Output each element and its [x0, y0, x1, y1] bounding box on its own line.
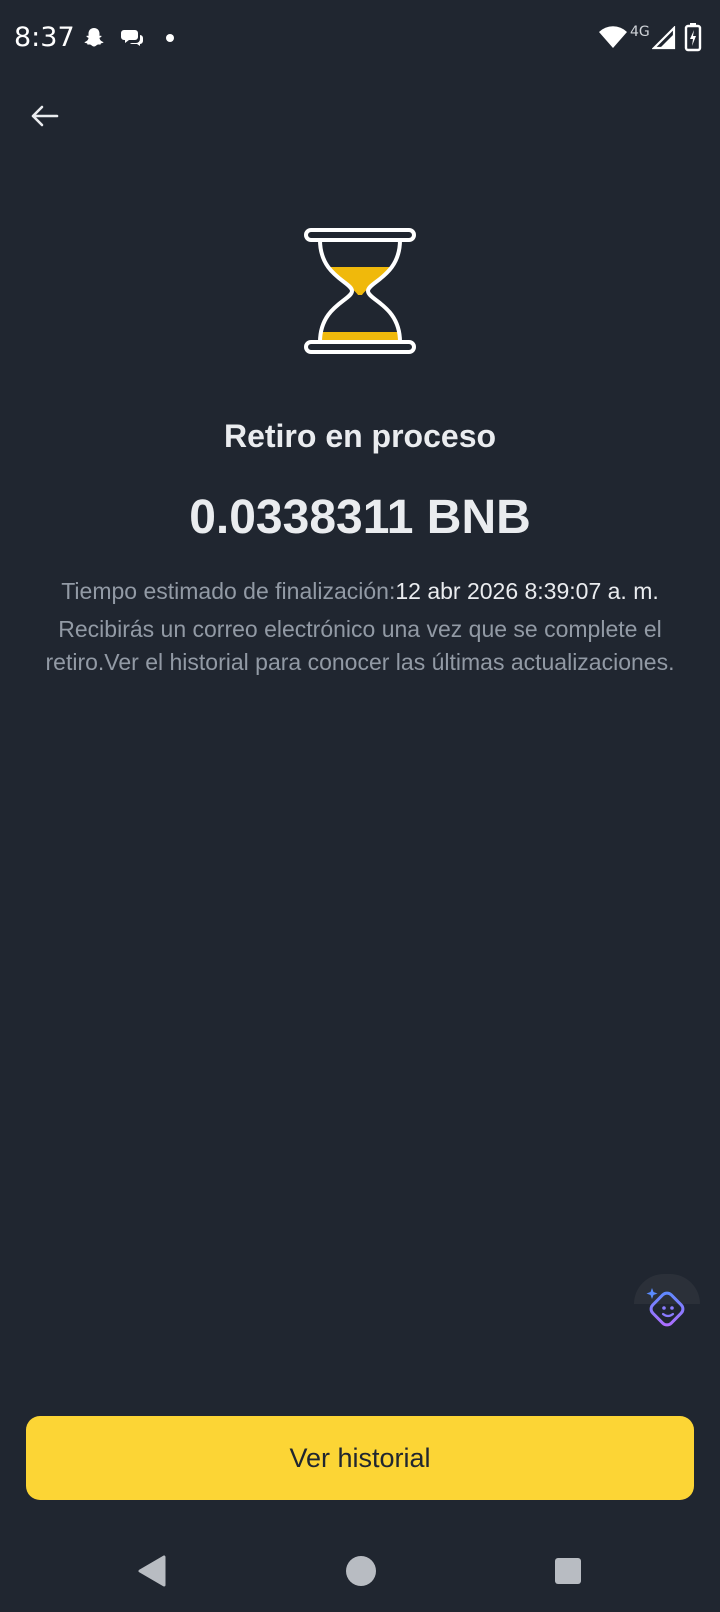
withdrawal-amount: 0.0338311 BNB: [189, 491, 531, 544]
back-triangle-icon[interactable]: [136, 1554, 168, 1588]
network-type-label: 4G: [630, 24, 650, 40]
assistant-bot-icon: [646, 1288, 685, 1327]
status-title: Retiro en proceso: [223, 418, 497, 454]
back-button[interactable]: [20, 92, 68, 140]
battery-charging-icon: [684, 23, 702, 52]
chat-bubbles-icon: [121, 30, 143, 46]
wifi-icon: [599, 26, 627, 48]
estimated-completion: Tiempo estimado de finalización:12 abr 2…: [0, 578, 720, 605]
status-bar: 8:37 4G: [0, 0, 720, 80]
system-nav-bar: [0, 1530, 720, 1612]
eta-label: Tiempo estimado de finalización:: [61, 578, 396, 604]
status-time: 8:37: [14, 22, 75, 53]
recents-square-icon[interactable]: [553, 1556, 583, 1586]
signal-icon: [652, 26, 676, 50]
arrow-left-icon: [31, 105, 59, 127]
snapchat-icon: [84, 28, 104, 47]
assistant-button[interactable]: [634, 1274, 700, 1334]
status-note: Recibirás un correo electrónico una vez …: [45, 616, 675, 675]
view-history-button[interactable]: Ver historial: [26, 1416, 694, 1500]
home-circle-icon[interactable]: [344, 1554, 378, 1588]
dot-icon: [166, 34, 174, 42]
eta-value: 12 abr 2026 8:39:07 a. m.: [395, 578, 659, 604]
hourglass-icon: [304, 228, 416, 354]
